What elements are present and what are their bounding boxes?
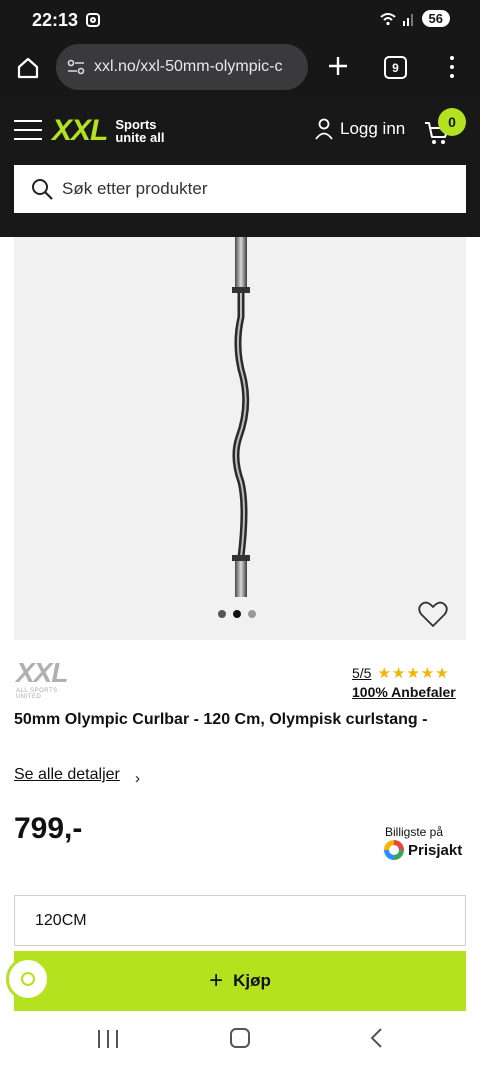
home-nav-icon[interactable] xyxy=(230,1028,250,1048)
status-icons: 56 xyxy=(379,10,450,27)
more-menu-icon[interactable] xyxy=(444,54,460,80)
tab-switcher-button[interactable]: 9 xyxy=(384,56,407,79)
cart-count-badge: 0 xyxy=(438,108,466,136)
product-image-gallery[interactable] xyxy=(14,237,466,640)
search-icon xyxy=(32,179,53,200)
product-title: 50mm Olympic Curlbar - 120 Cm, Olympisk … xyxy=(14,711,428,728)
brand-logo-subtext: ALL SPORTS UNITED xyxy=(16,688,58,700)
xxl-logo[interactable]: XXL Sports unite all xyxy=(52,114,164,148)
logo-tagline: Sports unite all xyxy=(115,118,164,144)
site-header: XXL Sports unite all Logg inn 0 Søk ette… xyxy=(0,100,480,237)
hamburger-menu-icon[interactable] xyxy=(14,120,42,140)
browser-toolbar: xxl.no/xxl-50mm-olympic-c 9 xyxy=(0,40,480,100)
home-icon[interactable] xyxy=(16,56,40,80)
favorite-heart-icon[interactable] xyxy=(418,600,448,628)
recent-apps-icon[interactable] xyxy=(98,1030,118,1048)
status-bar: 22:13 56 xyxy=(0,0,480,40)
logo-mark: XXL xyxy=(52,114,108,147)
gallery-dot[interactable] xyxy=(248,610,256,618)
login-button[interactable]: Logg inn xyxy=(314,118,405,140)
gallery-dot[interactable] xyxy=(218,610,226,618)
prisjakt-name: Prisjakt xyxy=(408,841,463,859)
curl-bar-image xyxy=(232,237,250,597)
recommend-percentage[interactable]: 100% Anbefaler xyxy=(352,684,456,700)
product-price: 799,- xyxy=(14,812,83,845)
instagram-icon xyxy=(86,13,100,27)
search-input[interactable]: Søk etter produkter xyxy=(14,165,466,213)
gallery-pagination xyxy=(218,610,256,618)
battery-indicator: 56 xyxy=(421,10,450,27)
rating-score: 5/5 xyxy=(352,665,372,681)
signal-icon xyxy=(402,13,413,26)
system-navigation-bar xyxy=(0,1011,480,1067)
gallery-dot-active[interactable] xyxy=(233,610,241,618)
prisjakt-label: Billigste på xyxy=(385,825,444,839)
eco-badge-icon[interactable] xyxy=(6,957,50,1001)
search-placeholder: Søk etter produkter xyxy=(62,179,208,198)
brand-logo[interactable]: XXL ALL SPORTS UNITED xyxy=(16,658,72,702)
status-time: 22:13 xyxy=(32,10,79,30)
see-all-details-link[interactable]: Se alle detaljer xyxy=(14,766,120,784)
rating-summary[interactable]: 5/5 ★★★★★ xyxy=(352,664,450,682)
star-rating-icon: ★★★★★ xyxy=(377,665,450,682)
address-bar[interactable]: xxl.no/xxl-50mm-olympic-c xyxy=(56,44,308,90)
wifi-icon xyxy=(379,12,396,25)
new-tab-icon[interactable] xyxy=(326,54,350,78)
size-select[interactable]: 120CM xyxy=(14,895,466,946)
site-settings-icon[interactable] xyxy=(66,57,86,77)
chevron-right-icon: › xyxy=(135,770,140,787)
buy-button[interactable]: + Kjøp xyxy=(14,951,466,1011)
brand-logo-text: XXL xyxy=(16,657,68,688)
user-icon xyxy=(315,118,333,140)
url-text: xxl.no/xxl-50mm-olympic-c xyxy=(94,58,283,75)
logo-tagline-line2: unite all xyxy=(115,130,165,145)
prisjakt-icon xyxy=(384,840,404,860)
plus-icon: + xyxy=(209,967,224,994)
buy-label: Kjøp xyxy=(233,971,271,990)
back-icon[interactable] xyxy=(367,1027,387,1049)
login-label: Logg inn xyxy=(340,119,406,138)
prisjakt-logo[interactable]: Prisjakt xyxy=(384,840,462,860)
